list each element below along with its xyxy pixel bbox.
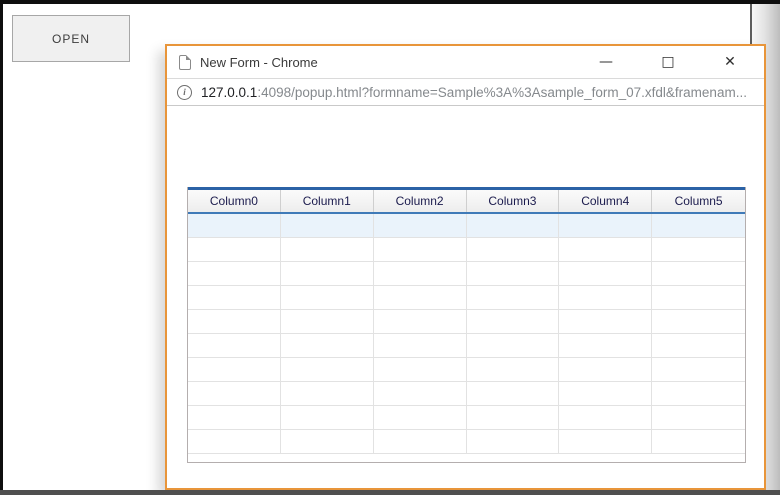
grid-cell[interactable] — [559, 358, 652, 381]
window-bottom-border — [0, 490, 780, 495]
table-row[interactable] — [188, 238, 745, 262]
grid-cell[interactable] — [559, 238, 652, 261]
open-button[interactable]: OPEN — [12, 15, 130, 62]
grid-column-header-1[interactable]: Column1 — [281, 190, 374, 212]
grid-cell[interactable] — [559, 382, 652, 405]
table-row[interactable] — [188, 286, 745, 310]
grid-cell[interactable] — [188, 430, 281, 453]
grid-cell[interactable] — [374, 382, 467, 405]
grid-cell[interactable] — [559, 334, 652, 357]
grid-body — [188, 214, 745, 454]
page-icon — [179, 55, 191, 70]
grid-footer-spacer — [188, 454, 745, 462]
grid-cell[interactable] — [559, 286, 652, 309]
grid-cell[interactable] — [467, 334, 560, 357]
window-left-border — [0, 4, 3, 490]
grid-cell[interactable] — [281, 262, 374, 285]
grid-cell[interactable] — [188, 382, 281, 405]
table-row[interactable] — [188, 358, 745, 382]
grid-cell[interactable] — [652, 238, 745, 261]
grid-cell[interactable] — [281, 310, 374, 333]
grid-cell[interactable] — [374, 238, 467, 261]
grid-cell[interactable] — [281, 430, 374, 453]
grid-cell[interactable] — [652, 430, 745, 453]
table-row[interactable] — [188, 382, 745, 406]
url-text[interactable]: 127.0.0.1:4098/popup.html?formname=Sampl… — [201, 85, 747, 100]
grid-cell[interactable] — [374, 262, 467, 285]
grid-cell[interactable] — [652, 334, 745, 357]
popup-titlebar[interactable]: New Form - Chrome — □ ✕ — [167, 46, 764, 78]
grid-cell[interactable] — [374, 430, 467, 453]
grid-cell[interactable] — [281, 238, 374, 261]
grid-cell[interactable] — [467, 358, 560, 381]
grid-column-header-5[interactable]: Column5 — [652, 190, 745, 212]
grid-cell[interactable] — [467, 430, 560, 453]
table-row[interactable] — [188, 430, 745, 454]
grid-cell[interactable] — [374, 214, 467, 237]
grid-cell[interactable] — [374, 310, 467, 333]
table-row[interactable] — [188, 262, 745, 286]
grid-cell[interactable] — [652, 214, 745, 237]
data-grid: Column0Column1Column2Column3Column4Colum… — [187, 187, 746, 463]
grid-cell[interactable] — [559, 262, 652, 285]
grid-cell[interactable] — [467, 310, 560, 333]
maximize-icon[interactable]: □ — [650, 47, 686, 77]
minimize-icon[interactable]: — — [588, 47, 624, 77]
table-row[interactable] — [188, 214, 745, 238]
grid-cell[interactable] — [188, 238, 281, 261]
grid-cell[interactable] — [281, 334, 374, 357]
grid-cell[interactable] — [374, 334, 467, 357]
grid-cell[interactable] — [281, 286, 374, 309]
grid-cell[interactable] — [188, 214, 281, 237]
info-icon[interactable]: i — [177, 85, 192, 100]
window-top-border — [0, 0, 780, 4]
grid-cell[interactable] — [652, 358, 745, 381]
grid-cell[interactable] — [652, 262, 745, 285]
url-host: 127.0.0.1 — [201, 85, 257, 100]
grid-cell[interactable] — [467, 214, 560, 237]
grid-cell[interactable] — [188, 310, 281, 333]
grid-column-header-2[interactable]: Column2 — [374, 190, 467, 212]
grid-column-header-0[interactable]: Column0 — [188, 190, 281, 212]
grid-cell[interactable] — [559, 406, 652, 429]
grid-cell[interactable] — [281, 406, 374, 429]
popup-title: New Form - Chrome — [200, 55, 318, 70]
table-row[interactable] — [188, 334, 745, 358]
grid-cell[interactable] — [467, 382, 560, 405]
popup-window: New Form - Chrome — □ ✕ i 127.0.0.1:4098… — [165, 44, 766, 490]
grid-cell[interactable] — [374, 286, 467, 309]
url-path: :4098/popup.html?formname=Sample%3A%3Asa… — [257, 85, 747, 100]
grid-cell[interactable] — [188, 358, 281, 381]
grid-cell[interactable] — [281, 214, 374, 237]
grid-cell[interactable] — [652, 406, 745, 429]
grid-cell[interactable] — [374, 406, 467, 429]
grid-cell[interactable] — [559, 310, 652, 333]
grid-cell[interactable] — [188, 334, 281, 357]
grid-cell[interactable] — [652, 382, 745, 405]
grid-header-row: Column0Column1Column2Column3Column4Colum… — [188, 190, 745, 214]
grid-cell[interactable] — [467, 262, 560, 285]
grid-cell[interactable] — [559, 430, 652, 453]
grid-cell[interactable] — [467, 238, 560, 261]
grid-column-header-3[interactable]: Column3 — [467, 190, 560, 212]
grid-cell[interactable] — [559, 214, 652, 237]
grid-cell[interactable] — [467, 406, 560, 429]
grid-cell[interactable] — [188, 262, 281, 285]
grid-cell[interactable] — [281, 382, 374, 405]
table-row[interactable] — [188, 310, 745, 334]
grid-column-header-4[interactable]: Column4 — [559, 190, 652, 212]
close-icon[interactable]: ✕ — [712, 47, 748, 77]
grid-cell[interactable] — [374, 358, 467, 381]
grid-cell[interactable] — [188, 286, 281, 309]
grid-cell[interactable] — [188, 406, 281, 429]
table-row[interactable] — [188, 406, 745, 430]
window-controls: — □ ✕ — [588, 47, 764, 77]
grid-cell[interactable] — [467, 286, 560, 309]
grid-cell[interactable] — [281, 358, 374, 381]
grid-cell[interactable] — [652, 286, 745, 309]
grid-cell[interactable] — [652, 310, 745, 333]
url-bar[interactable]: i 127.0.0.1:4098/popup.html?formname=Sam… — [167, 78, 764, 106]
